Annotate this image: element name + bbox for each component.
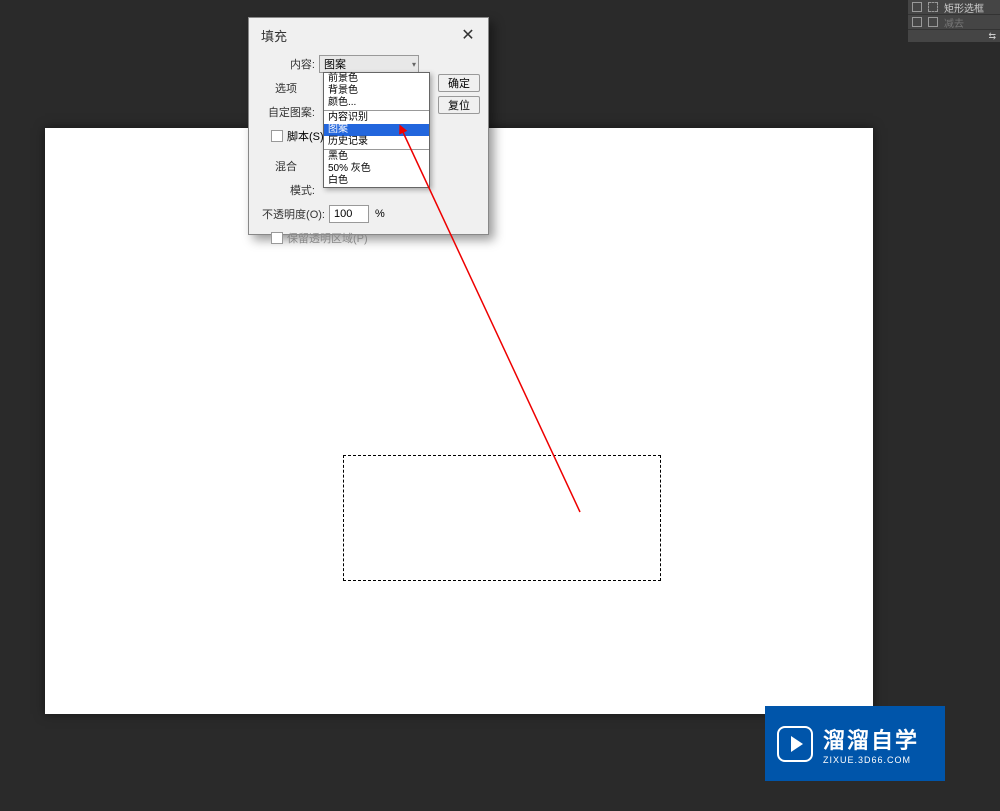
collapse-icon[interactable]: ⇆ bbox=[988, 31, 996, 42]
preserve-transparency-checkbox[interactable] bbox=[271, 232, 283, 244]
content-label: 内容: bbox=[259, 56, 319, 72]
script-checkbox[interactable] bbox=[271, 130, 283, 142]
close-icon[interactable]: ✕ bbox=[460, 27, 476, 43]
dropdown-separator bbox=[324, 110, 429, 111]
mode-label: 模式: bbox=[259, 182, 319, 198]
panel-label: 减去 bbox=[944, 15, 964, 30]
dialog-titlebar[interactable]: 填充 ✕ bbox=[249, 18, 488, 52]
panel-footer: ⇆ bbox=[908, 30, 1000, 42]
tools-panel: 矩形选框 减去 ⇆ bbox=[908, 0, 1000, 42]
play-icon bbox=[777, 726, 813, 762]
ok-button[interactable]: 确定 bbox=[438, 74, 480, 92]
script-label: 脚本(S): bbox=[287, 128, 327, 144]
panel-row-subtract[interactable]: 减去 bbox=[908, 15, 1000, 30]
panel-row-marquee[interactable]: 矩形选框 bbox=[908, 0, 1000, 15]
dropdown-item-foreground[interactable]: 前景色 bbox=[324, 73, 429, 85]
dialog-title: 填充 bbox=[261, 26, 287, 45]
dropdown-separator bbox=[324, 149, 429, 150]
watermark: 溜溜自学 ZIXUE.3D66.COM bbox=[765, 706, 945, 781]
watermark-main: 溜溜自学 bbox=[823, 723, 919, 755]
panel-label: 矩形选框 bbox=[944, 0, 984, 15]
square-icon bbox=[912, 2, 922, 12]
content-dropdown-list: 前景色 背景色 颜色... 内容识别 图案 历史记录 黑色 50% 灰色 白色 bbox=[323, 72, 430, 188]
square-icon bbox=[928, 17, 938, 27]
dropdown-item-black[interactable]: 黑色 bbox=[324, 151, 429, 163]
square-icon bbox=[912, 17, 922, 27]
preserve-transparency-label: 保留透明区域(P) bbox=[287, 230, 368, 246]
dropdown-item-color[interactable]: 颜色... bbox=[324, 97, 429, 109]
dropdown-item-content-aware[interactable]: 内容识别 bbox=[324, 112, 429, 124]
dropdown-item-white[interactable]: 白色 bbox=[324, 175, 429, 187]
opacity-input[interactable]: 100 bbox=[329, 205, 369, 223]
dropdown-item-background[interactable]: 背景色 bbox=[324, 85, 429, 97]
content-dropdown[interactable]: 图案 ▾ bbox=[319, 55, 419, 73]
dropdown-item-pattern[interactable]: 图案 bbox=[324, 124, 429, 136]
opacity-unit: % bbox=[375, 208, 385, 220]
dashed-square-icon bbox=[928, 2, 938, 12]
reset-button[interactable]: 复位 bbox=[438, 96, 480, 114]
dropdown-item-gray[interactable]: 50% 灰色 bbox=[324, 163, 429, 175]
watermark-sub: ZIXUE.3D66.COM bbox=[823, 755, 919, 765]
selection-marquee[interactable] bbox=[343, 455, 661, 581]
chevron-down-icon: ▾ bbox=[412, 60, 416, 69]
dropdown-item-history[interactable]: 历史记录 bbox=[324, 136, 429, 148]
opacity-label: 不透明度(O): bbox=[259, 206, 329, 222]
custom-pattern-label: 自定图案: bbox=[259, 104, 319, 120]
content-value: 图案 bbox=[324, 56, 346, 72]
